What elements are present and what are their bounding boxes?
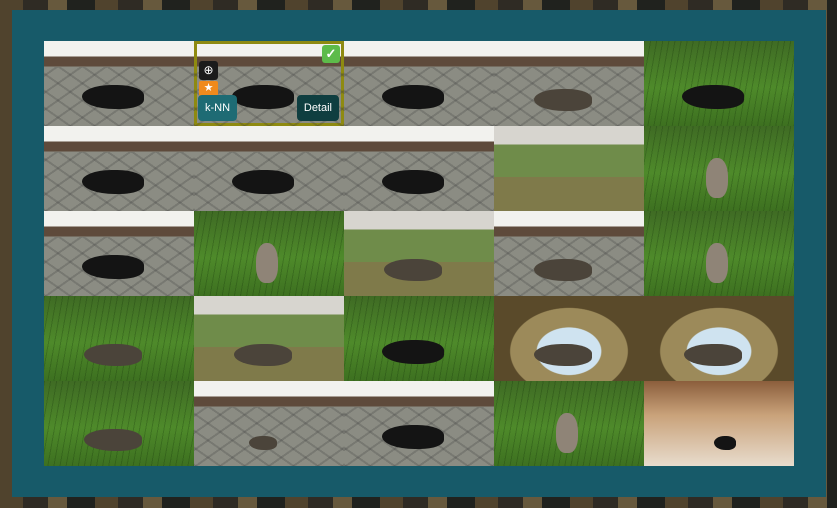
tabby-cat [534, 259, 592, 281]
squirrel [556, 413, 578, 453]
knn-button[interactable]: k-NN [198, 95, 238, 121]
result-thumbnail[interactable] [44, 41, 194, 126]
result-thumbnail[interactable] [494, 381, 644, 466]
result-thumbnail[interactable] [344, 211, 494, 296]
result-thumbnail[interactable] [44, 296, 194, 381]
result-thumbnail[interactable] [44, 211, 194, 296]
result-thumbnail[interactable] [644, 296, 794, 381]
squirrel [706, 158, 728, 198]
result-thumbnail[interactable] [194, 211, 344, 296]
black-cat [382, 425, 444, 449]
black-cat [82, 85, 144, 109]
figurines [714, 436, 736, 450]
result-thumbnail[interactable] [44, 126, 194, 211]
result-thumbnail[interactable] [494, 211, 644, 296]
black-cat [682, 85, 744, 109]
results-grid: ✓ ⊕ ★ k-NN Detail [44, 41, 794, 466]
black-cat [382, 170, 444, 194]
result-thumbnail[interactable] [344, 41, 494, 126]
result-thumbnail[interactable] [344, 381, 494, 466]
result-thumbnail[interactable] [644, 41, 794, 126]
tabby-cat [84, 344, 142, 366]
result-thumbnail[interactable] [494, 41, 644, 126]
tabby-cat [684, 344, 742, 366]
tabby-cat [534, 89, 592, 111]
result-thumbnail[interactable] [644, 126, 794, 211]
result-thumbnail[interactable] [194, 296, 344, 381]
squirrel [706, 243, 728, 283]
black-cat [232, 170, 294, 194]
result-thumbnail[interactable] [194, 126, 344, 211]
result-thumbnail[interactable] [344, 126, 494, 211]
star-icon[interactable]: ★ [199, 81, 218, 96]
cat [249, 436, 277, 450]
tabby-cat [84, 429, 142, 451]
black-cat [382, 340, 444, 364]
checkmark-icon[interactable]: ✓ [322, 45, 340, 63]
result-thumbnail[interactable] [644, 211, 794, 296]
tabby-cat [384, 259, 442, 281]
result-thumbnail[interactable] [194, 381, 344, 466]
result-thumbnail[interactable] [344, 296, 494, 381]
black-cat [382, 85, 444, 109]
result-thumbnail[interactable] [44, 381, 194, 466]
black-cat [82, 255, 144, 279]
zoom-in-icon[interactable]: ⊕ [199, 61, 218, 80]
tabby-cat [234, 344, 292, 366]
result-thumbnail[interactable] [494, 126, 644, 211]
result-thumbnail[interactable] [494, 296, 644, 381]
result-thumbnail[interactable]: ✓ ⊕ ★ k-NN Detail [194, 41, 344, 126]
tabby-cat [534, 344, 592, 366]
black-cat [82, 170, 144, 194]
detail-button[interactable]: Detail [296, 95, 339, 121]
result-thumbnail[interactable] [644, 381, 794, 466]
squirrel [256, 243, 278, 283]
black-cat [232, 85, 294, 109]
